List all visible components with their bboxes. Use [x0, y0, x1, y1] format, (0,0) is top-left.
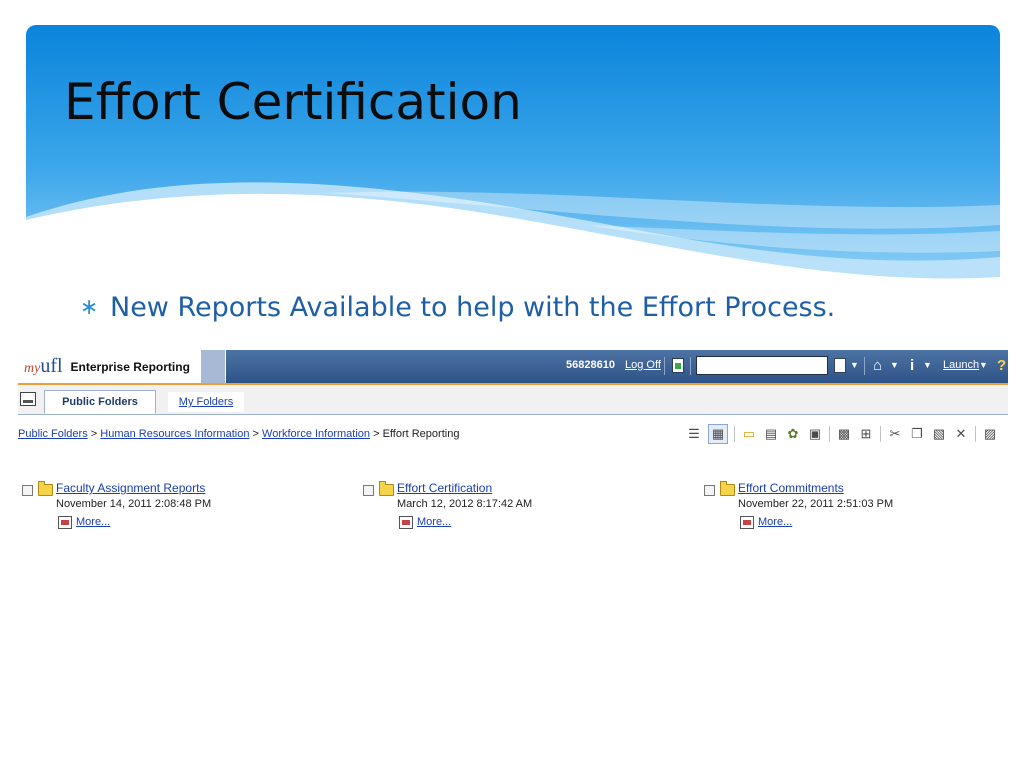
delete-icon[interactable]: ✕: [953, 426, 969, 442]
search-input[interactable]: [696, 356, 828, 375]
info-icon[interactable]: i: [910, 358, 914, 373]
tile-icon[interactable]: ⊞: [858, 426, 874, 442]
more-link[interactable]: More...: [417, 516, 451, 528]
folder-icon: [38, 481, 53, 496]
home-icon[interactable]: ⌂: [873, 358, 882, 373]
tab-public-folders[interactable]: Public Folders: [44, 390, 156, 414]
select-checkbox[interactable]: [363, 485, 374, 496]
toolbar-separator: [734, 426, 735, 442]
toolbar-separator: [864, 357, 865, 375]
breadcrumb-link[interactable]: Workforce Information: [262, 428, 370, 440]
launch-menu[interactable]: Launch: [943, 359, 979, 371]
chevron-down-icon[interactable]: ▼: [979, 360, 988, 370]
user-id: 56828610: [566, 359, 615, 371]
help-icon[interactable]: ?: [997, 357, 1006, 374]
enterprise-reporting-screenshot: myufl Enterprise Reporting 56828610 Log …: [18, 350, 1008, 550]
bullet-item: ∗ New Reports Available to help with the…: [80, 287, 835, 327]
logo-main: ufl: [40, 355, 63, 377]
export-icon[interactable]: ▨: [982, 426, 998, 442]
new-page-icon[interactable]: ▣: [807, 426, 823, 442]
app-name: Enterprise Reporting: [70, 359, 190, 374]
paste-icon[interactable]: ▧: [931, 426, 947, 442]
chevron-down-icon[interactable]: ▼: [890, 360, 899, 370]
cut-icon[interactable]: ✂: [887, 426, 903, 442]
list-view-icon[interactable]: ☰: [686, 426, 702, 442]
slide-title: Effort Certification: [64, 73, 522, 131]
list-item: Effort Commitments November 22, 2011 2:5…: [702, 481, 1022, 541]
folder-icon: [720, 481, 735, 496]
breadcrumb-current: Effort Reporting: [382, 428, 460, 440]
toolbar-separator: [880, 426, 881, 442]
bullet-text: New Reports Available to help with the E…: [110, 291, 836, 323]
list-item: Effort Certification March 12, 2012 8:17…: [361, 481, 681, 541]
list-item: Faculty Assignment Reports November 14, …: [20, 481, 340, 541]
copy-icon[interactable]: ❐: [909, 426, 925, 442]
breadcrumb-separator: >: [252, 428, 259, 440]
folder-tab-bar: Public Folders My Folders: [18, 385, 1008, 415]
modified-date: November 22, 2011 2:51:03 PM: [738, 498, 894, 510]
toolbar-separator: [829, 426, 830, 442]
chevron-down-icon[interactable]: ▼: [923, 360, 932, 370]
properties-icon[interactable]: [740, 516, 754, 529]
myufl-logo[interactable]: myufl: [24, 355, 63, 378]
select-checkbox[interactable]: [22, 485, 33, 496]
toolbar-separator: [690, 357, 691, 375]
folder-link[interactable]: Effort Certification: [397, 481, 492, 495]
tab-my-folders[interactable]: My Folders: [168, 392, 244, 412]
breadcrumb-link[interactable]: Public Folders: [18, 428, 88, 440]
folder-icon: [379, 481, 394, 496]
toolbar-separator: [975, 426, 976, 442]
folder-link[interactable]: Effort Commitments: [738, 481, 844, 495]
breadcrumb-separator: >: [90, 428, 98, 440]
document-status-icon[interactable]: [672, 358, 684, 373]
properties-icon[interactable]: [58, 516, 72, 529]
folder-link[interactable]: Faculty Assignment Reports: [56, 481, 205, 495]
more-link[interactable]: More...: [76, 516, 110, 528]
search-icon[interactable]: [834, 358, 846, 373]
more-link[interactable]: More...: [758, 516, 792, 528]
app-brand: myufl Enterprise Reporting: [18, 350, 226, 383]
logoff-link[interactable]: Log Off: [625, 359, 661, 371]
breadcrumb-link[interactable]: Human Resources Information: [100, 428, 249, 440]
modified-date: November 14, 2011 2:08:48 PM: [56, 498, 212, 510]
select-checkbox[interactable]: [704, 485, 715, 496]
logo-prefix: my: [24, 361, 41, 376]
app-top-bar: myufl Enterprise Reporting 56828610 Log …: [18, 350, 1008, 385]
breadcrumb-separator: >: [373, 428, 380, 440]
toolbar-separator: [664, 357, 665, 375]
chevron-down-icon[interactable]: ▼: [850, 360, 859, 370]
new-report-icon[interactable]: ▤: [763, 426, 779, 442]
header-wave-graphic: [26, 25, 1000, 283]
asterisk-bullet-icon: ∗: [80, 294, 99, 320]
breadcrumb: Public Folders > Human Resources Informa…: [18, 428, 459, 440]
slide-header: Effort Certification: [26, 25, 1000, 283]
modified-date: March 12, 2012 8:17:42 AM: [397, 498, 533, 510]
grid-icon[interactable]: ▩: [836, 426, 852, 442]
new-folder-icon[interactable]: ▭: [741, 426, 757, 442]
properties-icon[interactable]: [399, 516, 413, 529]
brand-divider: [201, 350, 225, 383]
details-view-icon[interactable]: ▦: [708, 424, 728, 444]
content-toolbar: ☰ ▦ ▭ ▤ ✿ ▣ ▩ ⊞ ✂ ❐ ▧ ✕ ▨: [686, 423, 1004, 445]
new-agent-icon[interactable]: ✿: [785, 426, 801, 442]
portal-home-icon[interactable]: [20, 392, 36, 406]
